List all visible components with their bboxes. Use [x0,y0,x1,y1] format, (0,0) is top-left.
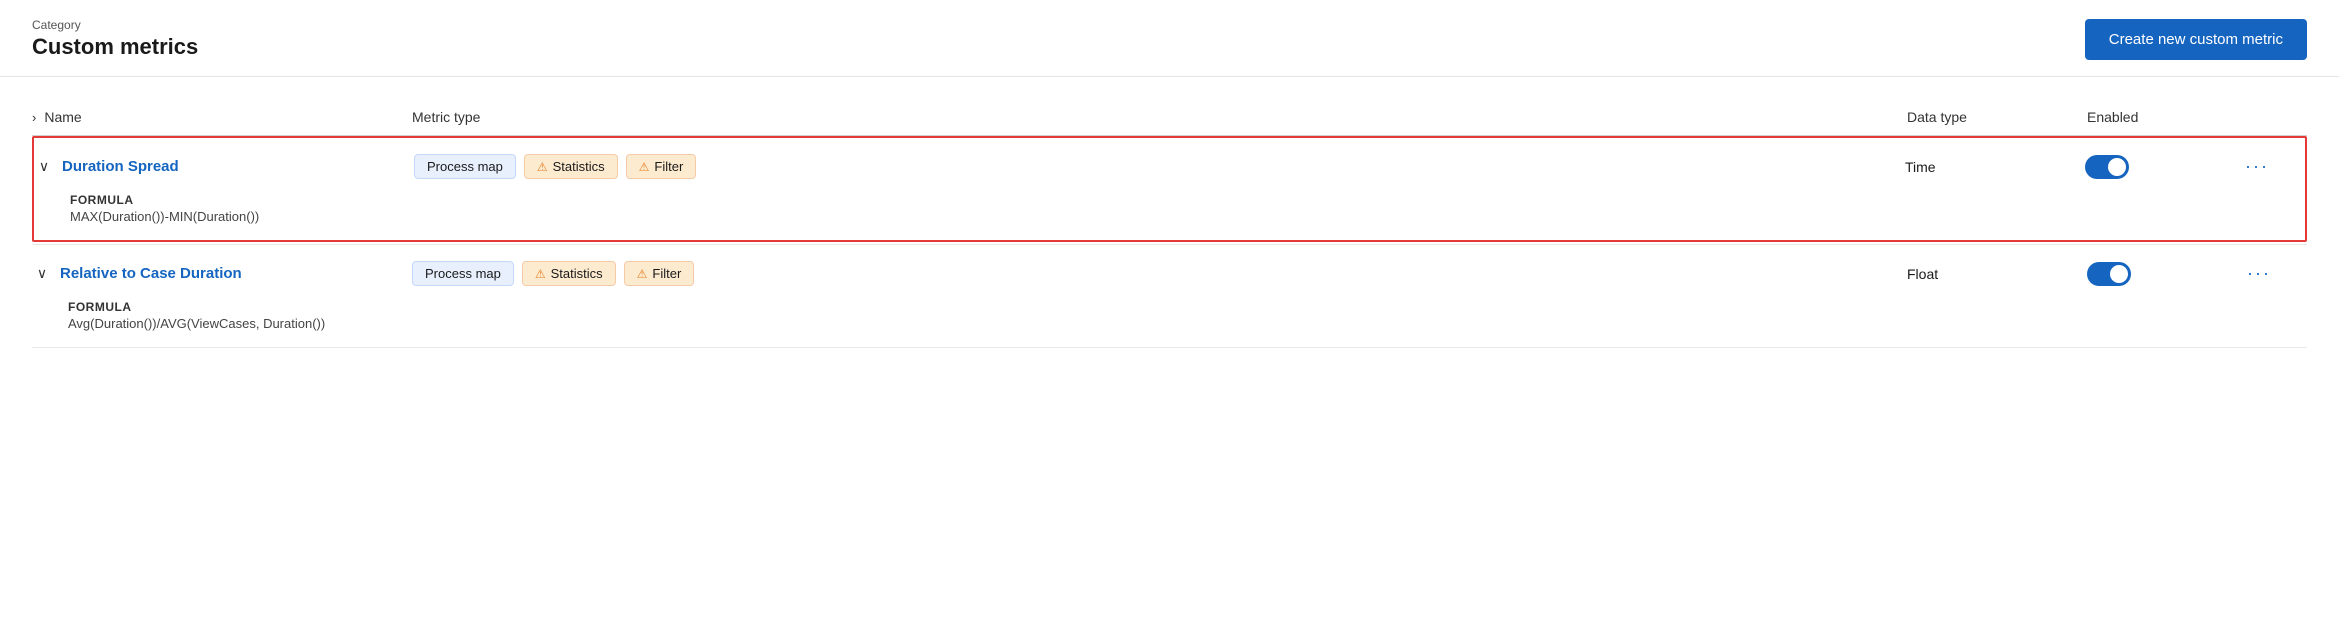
more-btn-relative-case-duration[interactable]: ··· [2247,263,2275,284]
formula-value-duration-spread: MAX(Duration())-MIN(Duration()) [70,209,2305,224]
data-type-duration-spread: Time [1905,159,2085,175]
toggle-relative-case-duration[interactable] [2087,262,2131,286]
tag-statistics-0: ⚠ Statistics [524,154,618,179]
expand-all-button[interactable]: › [32,110,36,125]
row-main-relative-case-duration: ∨ Relative to Case Duration Process map … [32,245,2307,296]
table-container: › Name Metric type Data type Enabled ∨ D… [0,77,2339,372]
tag-statistics-0-label: Statistics [553,159,605,174]
tag-filter-1: ⚠ Filter [624,261,695,286]
metric-tags-duration-spread: Process map ⚠ Statistics ⚠ Filter [414,154,1905,179]
warn-icon-filter-0: ⚠ [639,160,650,174]
table-header: › Name Metric type Data type Enabled [32,101,2307,136]
col-data-type-label: Data type [1907,109,2087,125]
page-title: Custom metrics [32,34,198,60]
tag-process-map-1-label: Process map [425,266,501,281]
tag-process-map-1: Process map [412,261,514,286]
tag-filter-0-label: Filter [654,159,683,174]
create-custom-metric-button[interactable]: Create new custom metric [2085,19,2307,60]
formula-label-duration-spread: FORMULA [70,193,2305,207]
toggle-duration-spread[interactable] [2085,155,2129,179]
tag-statistics-1: ⚠ Statistics [522,261,616,286]
more-actions-duration-spread: ··· [2245,156,2305,177]
col-name-label: Name [44,109,81,125]
metric-tags-relative-case-duration: Process map ⚠ Statistics ⚠ Filter [412,261,1907,286]
tag-filter-1-label: Filter [652,266,681,281]
warn-icon-statistics-1: ⚠ [535,267,546,281]
formula-value-relative-case-duration: Avg(Duration())/AVG(ViewCases, Duration(… [68,316,2307,331]
page-header: Category Custom metrics Create new custo… [0,0,2339,77]
selected-wrapper: ∨ Duration Spread Process map ⚠ Statisti… [32,136,2307,242]
row-detail-duration-spread: FORMULA MAX(Duration())-MIN(Duration()) [34,189,2305,240]
chevron-expand-relative-case-duration[interactable]: ∨ [32,265,52,282]
col-enabled-label: Enabled [2087,109,2247,125]
toggle-container-relative-case-duration [2087,262,2247,286]
row-detail-relative-case-duration: FORMULA Avg(Duration())/AVG(ViewCases, D… [32,296,2307,347]
tag-process-map-0: Process map [414,154,516,179]
more-actions-relative-case-duration: ··· [2247,263,2307,284]
warn-icon-statistics-0: ⚠ [537,160,548,174]
row-group-relative-case-duration: ∨ Relative to Case Duration Process map … [32,245,2307,348]
tag-filter-0: ⚠ Filter [626,154,697,179]
tag-process-map-0-label: Process map [427,159,503,174]
data-type-relative-case-duration: Float [1907,266,2087,282]
row-name-cell-duration-spread: ∨ Duration Spread [34,158,414,175]
metric-name-relative-case-duration[interactable]: Relative to Case Duration [60,265,242,282]
chevron-expand-duration-spread[interactable]: ∨ [34,158,54,175]
row-name-cell-relative-case-duration: ∨ Relative to Case Duration [32,265,412,282]
row-group-duration-spread: ∨ Duration Spread Process map ⚠ Statisti… [32,136,2307,245]
tag-statistics-1-label: Statistics [551,266,603,281]
header-left: Category Custom metrics [32,18,198,60]
row-main-duration-spread: ∨ Duration Spread Process map ⚠ Statisti… [34,138,2305,189]
metric-name-duration-spread[interactable]: Duration Spread [62,158,179,175]
category-label: Category [32,18,198,32]
toggle-container-duration-spread [2085,155,2245,179]
col-metric-type-label: Metric type [412,109,1907,125]
formula-label-relative-case-duration: FORMULA [68,300,2307,314]
more-btn-duration-spread[interactable]: ··· [2245,156,2273,177]
col-name-header: › Name [32,109,412,125]
warn-icon-filter-1: ⚠ [637,267,648,281]
